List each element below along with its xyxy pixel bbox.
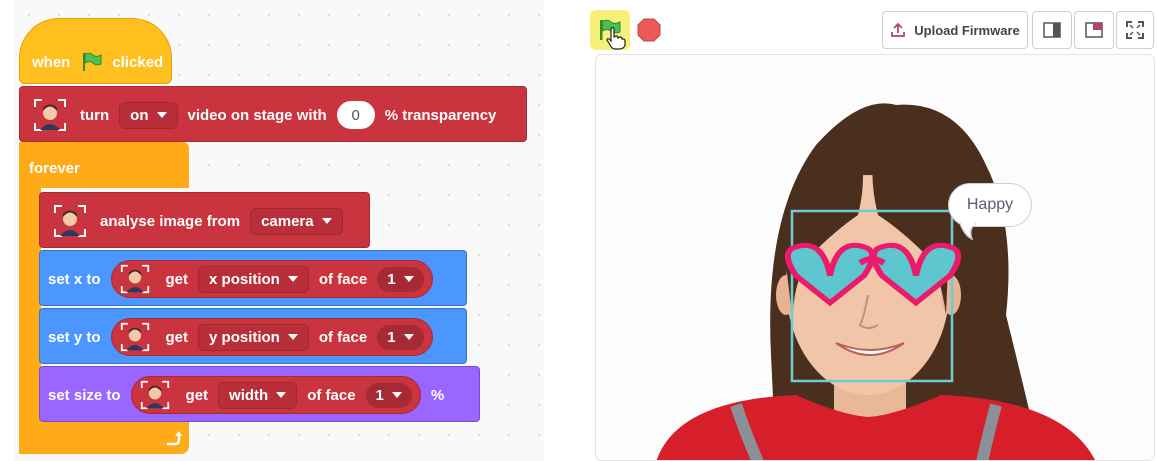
transparency-input[interactable]: 0 xyxy=(336,101,375,129)
transparency-suffix: % transparency xyxy=(384,106,497,124)
clicked-label: clicked xyxy=(112,53,164,71)
set-y-label: set y to xyxy=(48,328,101,346)
stop-icon[interactable] xyxy=(637,18,661,42)
set-size-block[interactable]: set size to get width of face 1 % xyxy=(39,366,480,422)
set-y-block[interactable]: set y to get y position of face 1 xyxy=(39,308,467,364)
small-stage-icon xyxy=(1043,22,1061,38)
face-number-dropdown[interactable]: 1 xyxy=(377,324,424,350)
upload-firmware-label: Upload Firmware xyxy=(914,22,1020,38)
image-source-value: camera xyxy=(261,212,314,230)
percent-suffix: % xyxy=(430,386,445,404)
green-flag-icon xyxy=(83,52,102,71)
set-x-label: set x to xyxy=(48,270,101,288)
chevron-down-icon xyxy=(287,334,298,340)
face-avatar-icon xyxy=(140,380,169,410)
large-stage-button[interactable] xyxy=(1074,11,1114,49)
face-avatar-icon xyxy=(120,322,149,352)
video-state-value: on xyxy=(130,106,149,124)
green-flag-button[interactable] xyxy=(590,10,630,50)
get-label: get xyxy=(165,270,189,288)
face-property-dropdown[interactable]: width xyxy=(218,381,298,409)
chevron-down-icon xyxy=(403,334,414,340)
face-number-dropdown[interactable]: 1 xyxy=(377,266,424,292)
face-property-value: y position xyxy=(209,328,280,346)
speech-bubble-tail xyxy=(959,223,978,241)
speech-bubble-text: Happy xyxy=(966,196,1014,213)
camera-video-feed xyxy=(656,103,1095,460)
chevron-down-icon xyxy=(403,276,414,282)
video-state-dropdown[interactable]: on xyxy=(119,101,178,129)
of-face-label: of face xyxy=(307,386,356,404)
face-property-dropdown[interactable]: y position xyxy=(198,323,309,351)
face-avatar-icon xyxy=(120,264,149,294)
set-size-label: set size to xyxy=(48,386,121,404)
chevron-down-icon xyxy=(321,218,332,224)
hand-cursor-icon xyxy=(606,27,626,50)
face-property-value: x position xyxy=(209,270,280,288)
face-property-value: width xyxy=(229,386,269,404)
upload-icon xyxy=(891,22,906,37)
analyse-label: analyse image from xyxy=(100,212,241,230)
face-number-value: 1 xyxy=(375,386,384,404)
of-face-label: of face xyxy=(318,270,368,288)
large-stage-icon xyxy=(1085,22,1103,38)
face-avatar-icon xyxy=(54,205,86,237)
analyse-image-block[interactable]: analyse image from camera xyxy=(39,192,370,248)
of-face-label: of face xyxy=(318,328,368,346)
get-label: get xyxy=(185,386,209,404)
face-avatar-icon xyxy=(34,99,66,131)
speech-bubble: Happy xyxy=(948,183,1032,227)
face-property-reporter[interactable]: get y position of face 1 xyxy=(110,318,433,356)
loop-arrow-icon xyxy=(167,431,182,446)
stage-header: Upload Firmware xyxy=(586,8,1157,52)
set-x-block[interactable]: set x to get x position of face 1 xyxy=(39,250,467,306)
face-detection-extension-icon xyxy=(30,95,70,135)
forever-label: forever xyxy=(29,160,80,177)
face-number-dropdown[interactable]: 1 xyxy=(365,382,412,408)
image-source-dropdown[interactable]: camera xyxy=(250,207,343,235)
small-stage-button[interactable] xyxy=(1032,11,1072,49)
code-area: when clicked turn on video on stage with… xyxy=(14,0,544,461)
face-number-value: 1 xyxy=(387,270,396,288)
when-flag-clicked-block[interactable]: when clicked xyxy=(19,18,172,84)
chevron-down-icon xyxy=(276,392,287,398)
chevron-down-icon xyxy=(156,112,167,118)
chevron-down-icon xyxy=(287,276,298,282)
turn-video-block[interactable]: turn on video on stage with 0 % transpar… xyxy=(19,86,527,142)
fullscreen-button[interactable] xyxy=(1116,11,1154,49)
face-property-reporter[interactable]: get x position of face 1 xyxy=(110,260,433,298)
stage[interactable]: Happy xyxy=(595,54,1155,461)
face-property-dropdown[interactable]: x position xyxy=(198,265,309,293)
get-label: get xyxy=(165,328,189,346)
upload-firmware-button[interactable]: Upload Firmware xyxy=(882,11,1028,49)
video-middle-label: video on stage with xyxy=(187,106,327,124)
turn-label: turn xyxy=(80,106,110,124)
face-detection-extension-icon xyxy=(50,201,90,241)
face-property-reporter[interactable]: get width of face 1 xyxy=(130,376,421,414)
face-number-value: 1 xyxy=(387,328,396,346)
when-label: when xyxy=(32,53,71,71)
fullscreen-icon xyxy=(1126,21,1144,39)
chevron-down-icon xyxy=(391,392,402,398)
